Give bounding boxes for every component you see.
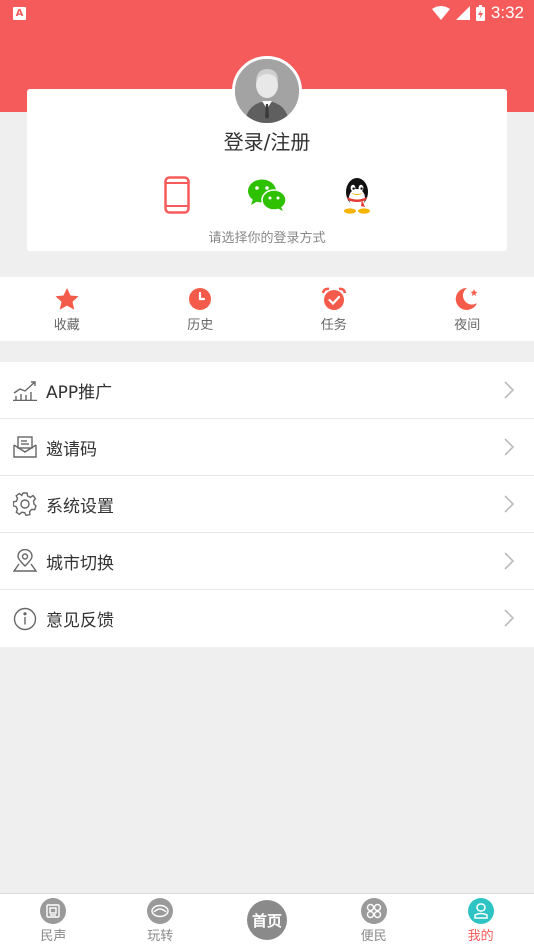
menu-item-app-promotion[interactable]: APP推广 — [0, 362, 534, 419]
phone-icon — [164, 176, 190, 214]
home-icon: 首页 — [246, 900, 287, 940]
menu-item-feedback[interactable]: 意见反馈 — [0, 590, 534, 647]
quick-action-label: 历史 — [187, 318, 214, 333]
menu-item-invite-code[interactable]: 邀请码 — [0, 419, 534, 476]
battery-icon — [475, 5, 485, 21]
info-icon — [12, 606, 38, 632]
quick-action-label: 任务 — [320, 318, 347, 333]
play-icon — [147, 898, 174, 924]
menu-item-city-switch[interactable]: 城市切换 — [0, 533, 534, 590]
quick-action-history[interactable]: 历史 — [134, 277, 268, 341]
qq-icon — [344, 178, 370, 214]
menu-item-label: 邀请码 — [46, 439, 97, 460]
menu-item-label: 系统设置 — [46, 496, 114, 517]
moon-icon — [456, 287, 478, 310]
wifi-icon — [431, 6, 450, 20]
chevron-right-icon — [504, 438, 514, 456]
tab-convenience[interactable]: 便民 — [320, 894, 427, 950]
avatar[interactable] — [232, 56, 302, 126]
tab-label: 便民 — [360, 929, 387, 944]
login-register-link[interactable]: 登录/注册 — [27, 126, 507, 155]
menu-item-label: 城市切换 — [46, 553, 114, 574]
tab-play[interactable]: 玩转 — [107, 894, 214, 950]
login-hint: 请选择你的登录方式 — [208, 231, 326, 246]
tab-home[interactable]: 首页 — [214, 894, 321, 950]
tab-label: 我的 — [467, 929, 494, 944]
login-methods — [27, 175, 507, 215]
quick-action-tasks[interactable]: 任务 — [267, 277, 401, 341]
signal-icon — [455, 6, 470, 20]
location-pin-icon — [12, 548, 38, 574]
chevron-right-icon — [504, 609, 514, 627]
chevron-right-icon — [504, 381, 514, 399]
clock-time: 3:32 — [490, 3, 524, 22]
tab-public-voice[interactable]: 民声 — [0, 894, 107, 950]
settings-menu: APP推广 邀请码 系统设置 城市切换 意见反馈 — [0, 362, 534, 647]
user-profile-icon — [467, 898, 494, 924]
wechat-icon — [248, 179, 287, 211]
menu-item-system-settings[interactable]: 系统设置 — [0, 476, 534, 533]
public-voice-icon — [40, 898, 67, 924]
alarm-icon — [321, 287, 346, 310]
chevron-right-icon — [504, 552, 514, 570]
wechat-login-button[interactable] — [245, 175, 289, 215]
chevron-right-icon — [504, 495, 514, 513]
quick-action-label: 夜间 — [454, 318, 481, 333]
star-icon — [55, 288, 79, 310]
menu-item-label: 意见反馈 — [46, 611, 114, 631]
tab-label: 玩转 — [147, 929, 174, 944]
default-user-icon — [235, 59, 299, 123]
menu-item-label: APP推广 — [46, 382, 113, 403]
gear-icon — [12, 491, 38, 517]
quick-actions-bar: 收藏 历史 任务 夜间 — [0, 277, 534, 341]
phone-login-button[interactable] — [155, 175, 199, 215]
tab-mine[interactable]: 我的 — [427, 894, 534, 950]
status-bar: A 3:32 — [0, 0, 534, 28]
quick-action-favorites[interactable]: 收藏 — [0, 277, 134, 341]
quick-action-label: 收藏 — [53, 318, 80, 333]
envelope-icon — [12, 434, 38, 460]
convenience-icon — [360, 898, 387, 924]
chart-icon — [12, 377, 38, 403]
tab-label: 民声 — [40, 929, 67, 944]
app-notification-badge: A — [13, 7, 26, 20]
bottom-tab-bar: 民声 玩转 首页 便民 我的 — [0, 893, 534, 950]
qq-login-button[interactable] — [335, 175, 379, 215]
quick-action-night-mode[interactable]: 夜间 — [401, 277, 534, 341]
clock-icon — [189, 288, 212, 310]
